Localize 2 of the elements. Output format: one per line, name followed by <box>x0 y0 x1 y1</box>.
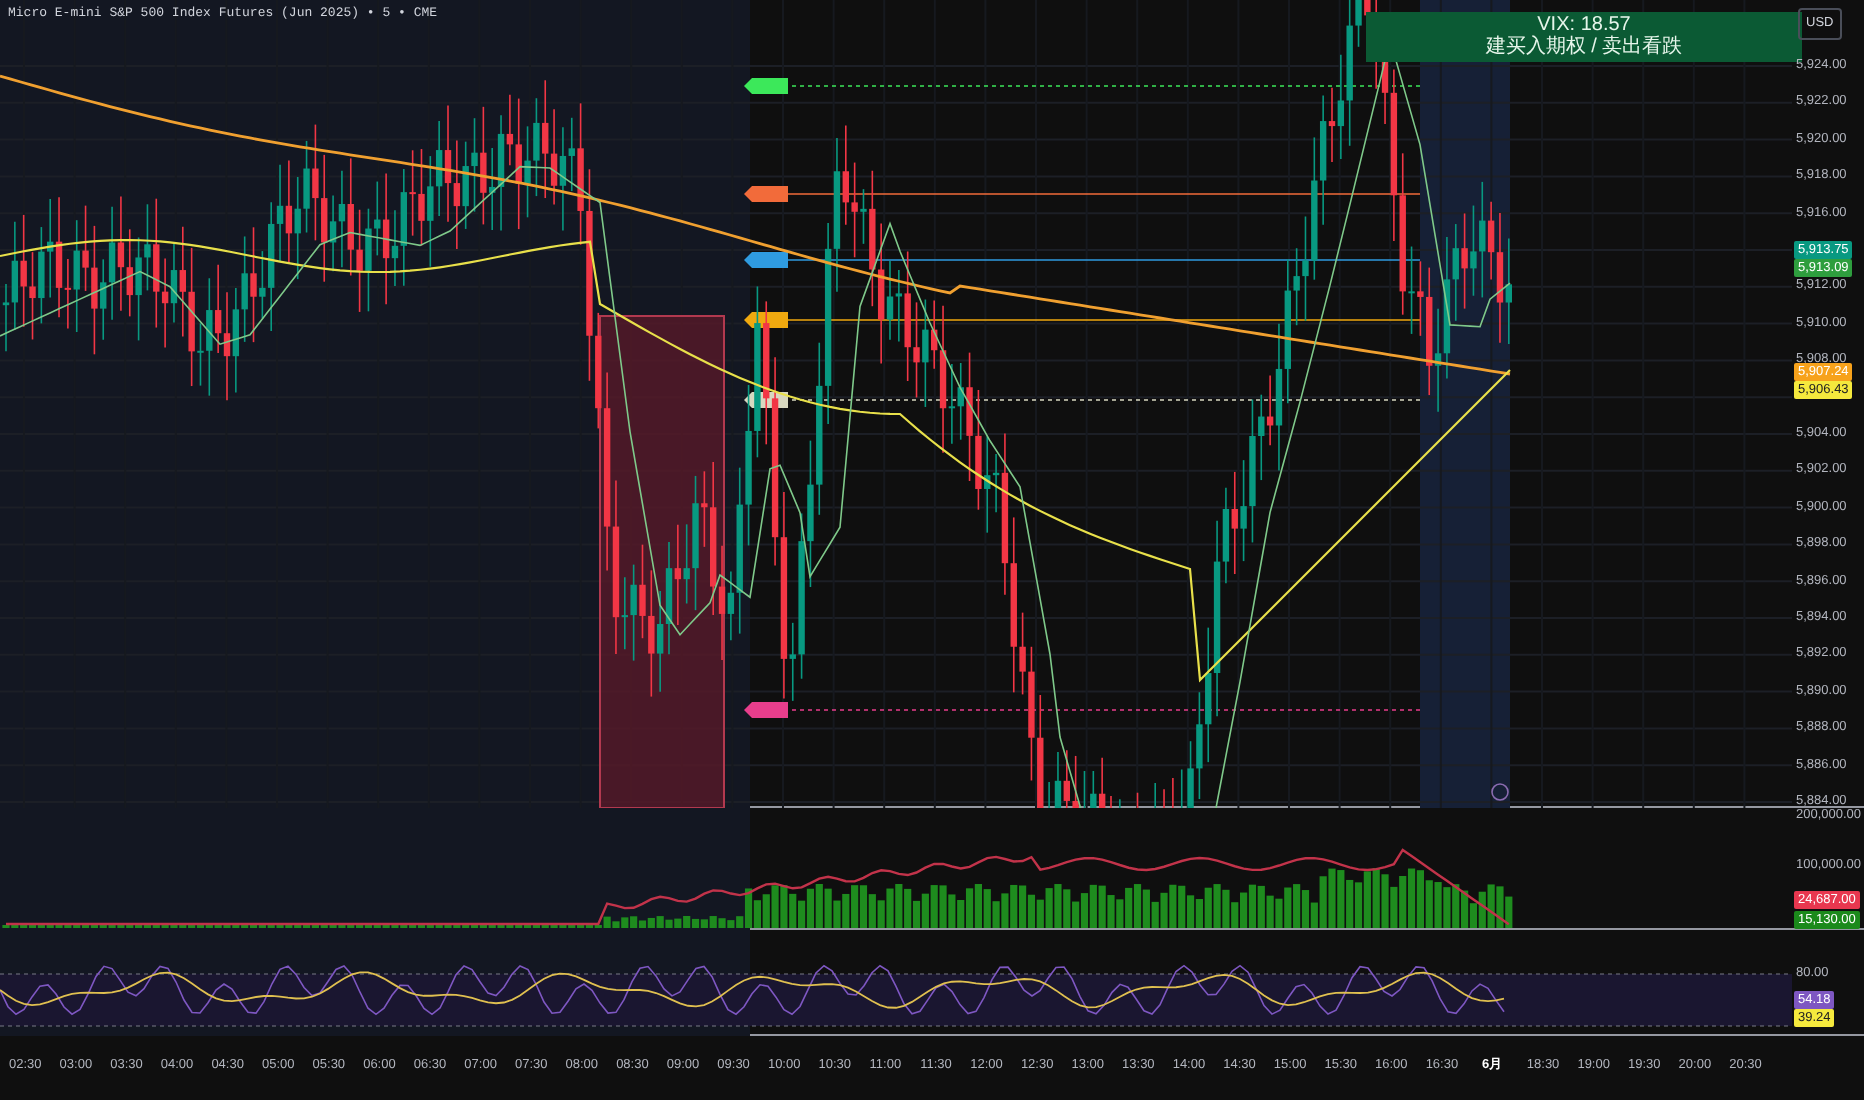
vix-signal: 建买入期权 / 卖出看跌 <box>1483 36 1685 58</box>
vix-value: VIX: 18.57 <box>1537 14 1631 36</box>
